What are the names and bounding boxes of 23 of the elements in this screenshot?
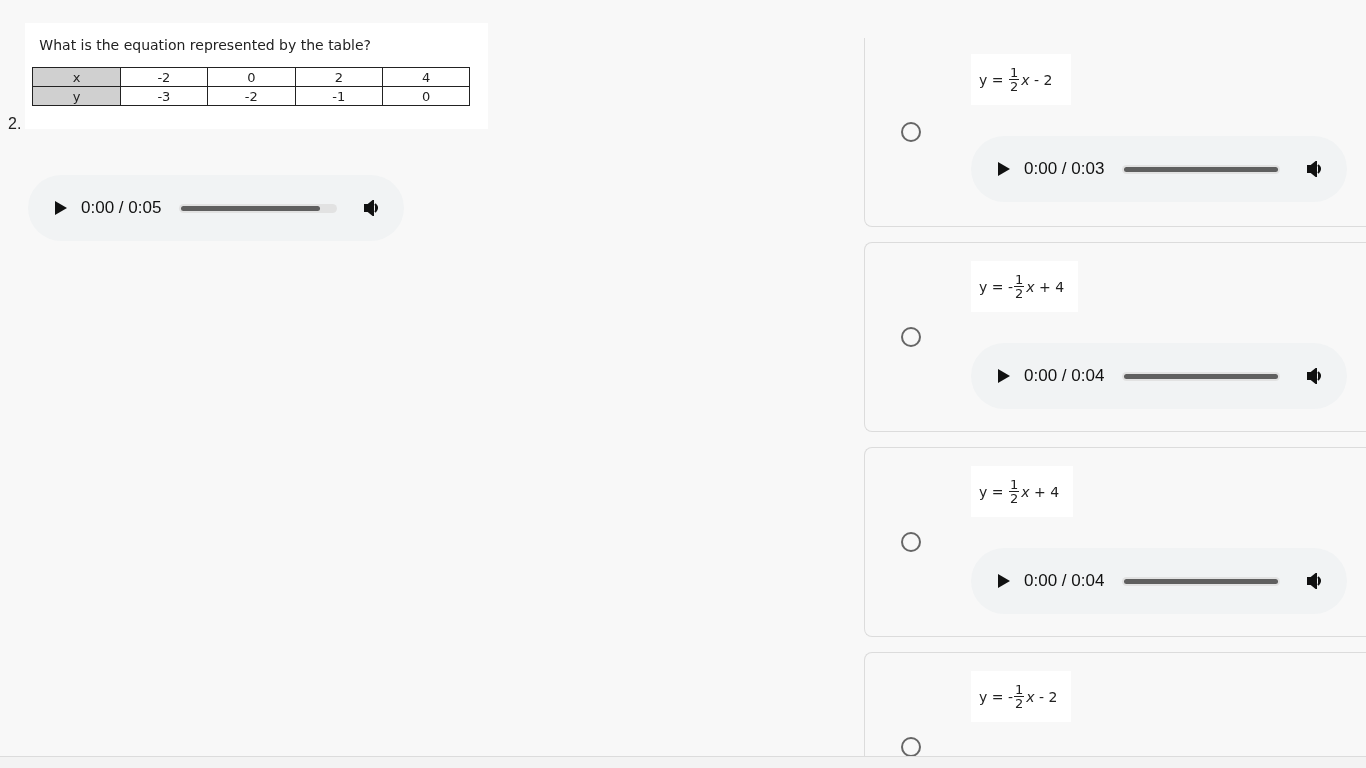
- audio-player[interactable]: 0:00 / 0:04: [971, 343, 1347, 409]
- audio-player[interactable]: 0:00 / 0:05: [28, 175, 404, 241]
- question-number: 2.: [8, 116, 22, 132]
- audio-player[interactable]: 0:00 / 0:04: [971, 548, 1347, 614]
- play-icon[interactable]: [998, 162, 1010, 176]
- progress-track[interactable]: [179, 203, 337, 213]
- play-icon[interactable]: [55, 201, 67, 215]
- time-display: 0:00 / 0:04: [1024, 366, 1105, 386]
- play-icon[interactable]: [998, 369, 1010, 383]
- time-display: 0:00 / 0:05: [81, 198, 162, 218]
- table-cell: 0: [207, 67, 296, 87]
- radio-button[interactable]: [901, 532, 921, 552]
- radio-button[interactable]: [901, 122, 921, 142]
- time-display: 0:00 / 0:03: [1024, 159, 1105, 179]
- play-icon[interactable]: [998, 574, 1010, 588]
- table-cell: 2: [295, 67, 383, 87]
- table-cell: 4: [382, 67, 470, 87]
- table-cell: -2: [120, 67, 208, 87]
- question-text: What is the equation represented by the table?: [39, 37, 373, 53]
- table-header-cell: x: [32, 67, 121, 87]
- radio-button[interactable]: [901, 327, 921, 347]
- audio-player[interactable]: 0:00 / 0:03: [971, 136, 1347, 202]
- time-display: 0:00 / 0:04: [1024, 571, 1105, 591]
